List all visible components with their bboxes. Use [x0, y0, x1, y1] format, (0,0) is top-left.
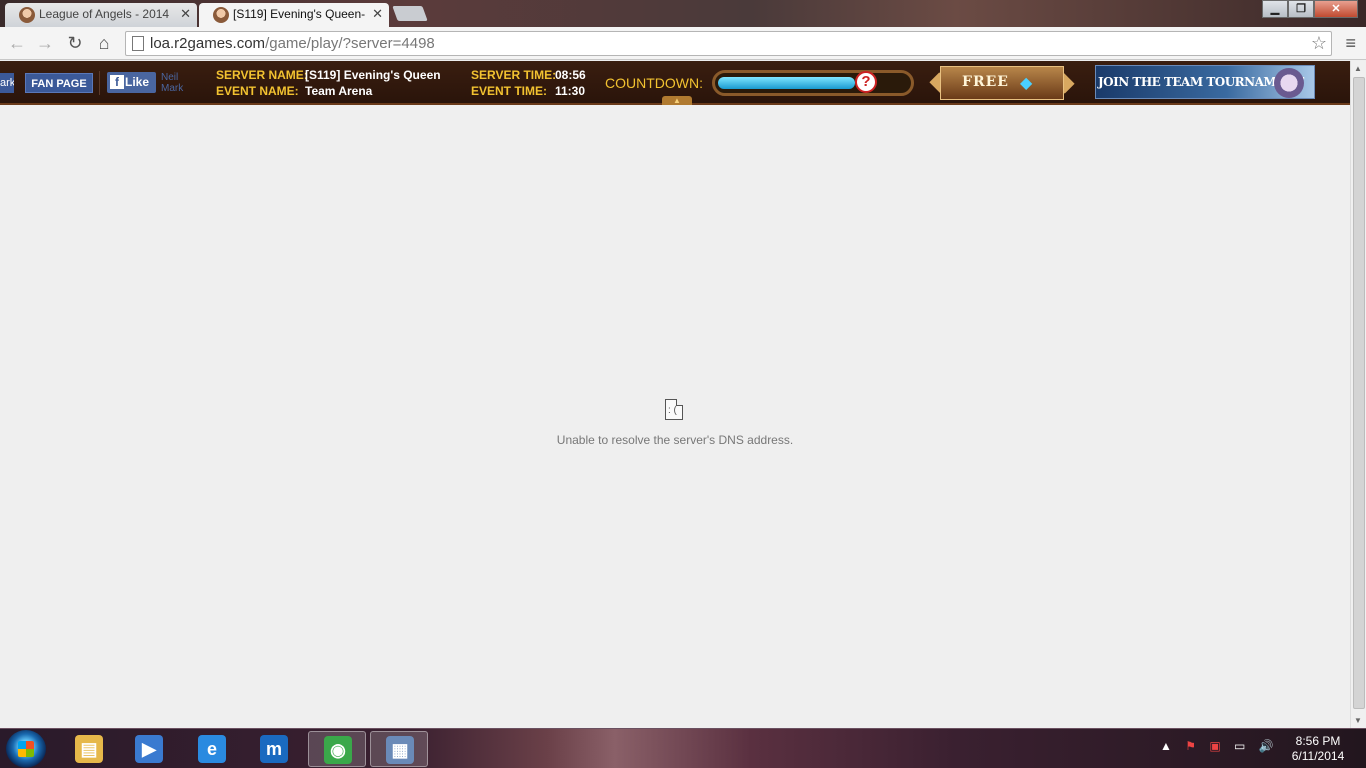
fan-page-button[interactable]: FAN PAGE	[25, 73, 93, 93]
free-label: FREE	[962, 74, 1009, 90]
clock-time: 8:56 PM	[1295, 734, 1341, 748]
game-favicon-icon	[19, 7, 35, 23]
event-time-value: 11:30	[555, 84, 586, 98]
taskbar-app-media-player[interactable]: ▶	[120, 731, 178, 767]
taskbar-app-explorer[interactable]: ▤	[60, 731, 118, 767]
volume-icon[interactable]: 🔊	[1259, 739, 1274, 753]
explorer-icon: ▤	[75, 735, 103, 763]
maxthon-icon: m	[260, 735, 288, 763]
browser-toolbar: ← → ↻ ⌂ loa.r2games.com/game/play/?serve…	[0, 27, 1366, 60]
collapse-tab-icon[interactable]: ▲	[662, 96, 692, 105]
close-tab-icon[interactable]: ✕	[180, 3, 191, 25]
url-path: /game/play/?server=4498	[265, 35, 435, 52]
dns-error-message: Unable to resolve the server's DNS addre…	[556, 433, 794, 447]
page-icon	[132, 36, 144, 51]
friend-name-1: Neil	[161, 72, 179, 83]
taskbar-app-maxthon[interactable]: m	[245, 731, 303, 767]
like-label: Like	[125, 75, 150, 89]
server-time-label: SERVER TIME:	[471, 68, 557, 82]
taskbar-app-chrome[interactable]: ◉	[308, 731, 366, 767]
security-icon[interactable]: ▣	[1209, 739, 1220, 753]
close-window-button[interactable]: ✕	[1314, 0, 1358, 18]
internet-explorer-icon: e	[198, 735, 226, 763]
scroll-down-icon[interactable]: ▼	[1354, 716, 1362, 725]
start-button[interactable]	[6, 730, 46, 768]
event-time-label: EVENT TIME:	[471, 84, 548, 98]
minimize-button[interactable]: ▁	[1262, 0, 1288, 18]
document-icon: ▦	[386, 736, 414, 764]
friend-names[interactable]: Neil Mark	[161, 72, 183, 94]
taskbar-app-document[interactable]: ▦	[370, 731, 428, 767]
friend-name-2: Mark	[161, 83, 184, 94]
game-favicon-icon	[213, 7, 229, 23]
tab-title: League of Angels - 2014 M	[39, 7, 173, 21]
home-button[interactable]: ⌂	[93, 32, 115, 54]
bookmark-button[interactable]: ark	[0, 73, 14, 93]
url-text[interactable]: loa.r2games.com/game/play/?server=4498	[150, 35, 435, 52]
countdown-label: COUNTDOWN:	[605, 75, 703, 91]
back-button[interactable]: ←	[6, 32, 28, 54]
scrollbar-thumb[interactable]	[1353, 77, 1365, 709]
close-tab-icon[interactable]: ✕	[372, 3, 383, 25]
team-tournament-banner[interactable]: JOIN THE TEAM TOURNAMENT	[1095, 65, 1315, 99]
angel-portrait-icon	[1274, 68, 1304, 98]
countdown-progress-fill	[718, 77, 855, 89]
vertical-scrollbar[interactable]: ▲ ▼	[1350, 61, 1366, 728]
game-header-bar: ark FAN PAGE f Like Neil Mark SERVER NAM…	[0, 61, 1350, 105]
clock-date: 6/11/2014	[1291, 749, 1345, 763]
chrome-menu-icon[interactable]: ≡	[1345, 33, 1356, 54]
tournament-label: JOIN THE TEAM TOURNAMENT	[1098, 75, 1304, 89]
url-host: loa.r2games.com	[150, 35, 266, 52]
tab-evenings-queen[interactable]: [S119] Evening's Queen-Le ✕	[199, 3, 389, 27]
windows-logo-icon	[18, 741, 34, 757]
action-center-flag-icon[interactable]: ⚑	[1185, 739, 1196, 753]
tab-league-of-angels[interactable]: League of Angels - 2014 M ✕	[5, 3, 197, 27]
media-player-icon: ▶	[135, 735, 163, 763]
event-name-value: Team Arena	[305, 84, 373, 98]
chrome-icon: ◉	[324, 736, 352, 764]
help-question-icon[interactable]: ?	[855, 71, 877, 93]
bookmark-star-icon[interactable]: ☆	[1311, 33, 1327, 54]
new-tab-button[interactable]	[392, 6, 428, 21]
server-name-value: [S119] Evening's Queen	[305, 68, 441, 82]
event-name-label: EVENT NAME:	[216, 84, 299, 98]
window-controls: ▁ ❐ ✕	[1262, 0, 1358, 18]
facebook-icon: f	[110, 75, 124, 89]
facebook-like-button[interactable]: f Like	[107, 72, 156, 93]
sad-page-icon: : (	[665, 399, 683, 420]
network-icon[interactable]: ▭	[1234, 739, 1245, 753]
diamond-icon: ◆	[1020, 75, 1033, 92]
taskbar-app-internet-explorer[interactable]: e	[183, 731, 241, 767]
tab-strip: League of Angels - 2014 M ✕ [S119] Eveni…	[0, 0, 1366, 27]
address-bar[interactable]: loa.r2games.com/game/play/?server=4498 ☆	[125, 31, 1332, 56]
windows-taskbar: ▤ ▶ e m ◉ ▦ ▲ ⚑ ▣ ▭ 🔊 8:56 PM 6/11/2014	[0, 728, 1366, 768]
server-time-value: 08:56	[555, 68, 586, 82]
reload-button[interactable]: ↻	[64, 32, 86, 54]
countdown-progress-bar: ?	[712, 70, 914, 96]
server-name-label: SERVER NAME:	[216, 68, 308, 82]
page-content: : ( Unable to resolve the server's DNS a…	[0, 106, 1350, 728]
divider	[99, 71, 100, 95]
tab-title: [S119] Evening's Queen-Le	[233, 7, 365, 21]
scroll-up-icon[interactable]: ▲	[1354, 64, 1362, 73]
system-tray: ▲ ⚑ ▣ ▭ 🔊	[1160, 739, 1284, 753]
forward-button[interactable]: →	[34, 32, 56, 54]
maximize-button[interactable]: ❐	[1288, 0, 1314, 18]
free-gems-button[interactable]: FREE ◆	[928, 64, 1076, 102]
system-clock[interactable]: 8:56 PM 6/11/2014	[1280, 734, 1356, 764]
show-hidden-icons-icon[interactable]: ▲	[1160, 739, 1172, 753]
